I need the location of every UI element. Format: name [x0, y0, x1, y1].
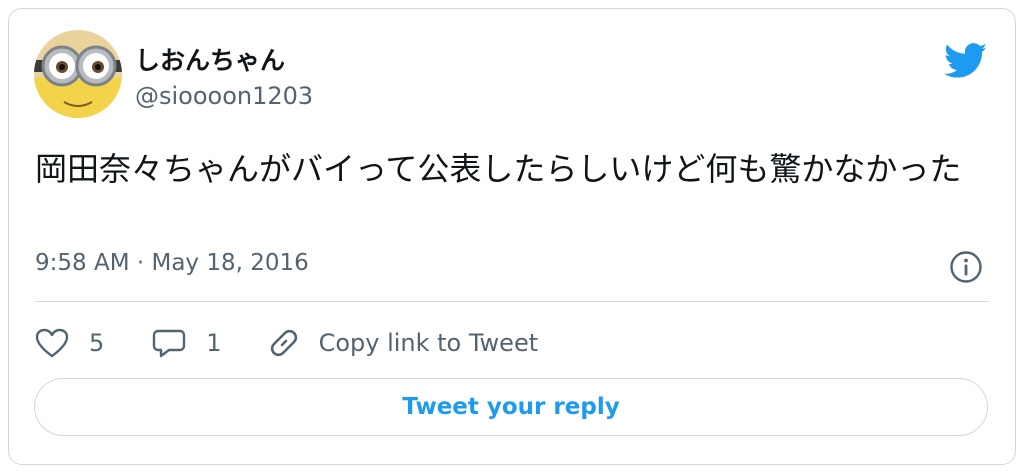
tweet-card: しおんちゃん @sioooon1203 岡田奈々ちゃんがバイって公表したらしいけ… [8, 8, 1016, 465]
tweet-reply-button[interactable]: Tweet your reply [34, 378, 988, 436]
action-bar: 5 1 Copy link to Tweet [35, 323, 538, 363]
minion-avatar-icon [34, 30, 122, 118]
user-handle[interactable]: @sioooon1203 [135, 82, 313, 110]
copy-link-button[interactable]: Copy link to Tweet [267, 326, 539, 360]
tweet-text: 岡田奈々ちゃんがバイって公表したらしいけど何も驚かなかった [35, 150, 962, 188]
reply-button[interactable]: 1 [152, 327, 222, 359]
link-icon [270, 329, 297, 357]
timestamp[interactable]: 9:58 AM · May 18, 2016 [35, 250, 309, 276]
copy-link-label: Copy link to Tweet [318, 329, 539, 357]
heart-icon [35, 328, 69, 358]
reply-count: 1 [206, 329, 222, 357]
like-count: 5 [89, 329, 105, 357]
divider [35, 301, 989, 302]
twitter-bird-icon[interactable] [944, 43, 988, 79]
info-icon[interactable] [949, 250, 983, 284]
avatar[interactable] [34, 30, 122, 118]
speech-bubble-icon [153, 329, 186, 358]
display-name[interactable]: しおんちゃん [135, 41, 285, 77]
tweet-reply-label: Tweet your reply [402, 394, 620, 420]
like-button[interactable]: 5 [35, 328, 104, 358]
